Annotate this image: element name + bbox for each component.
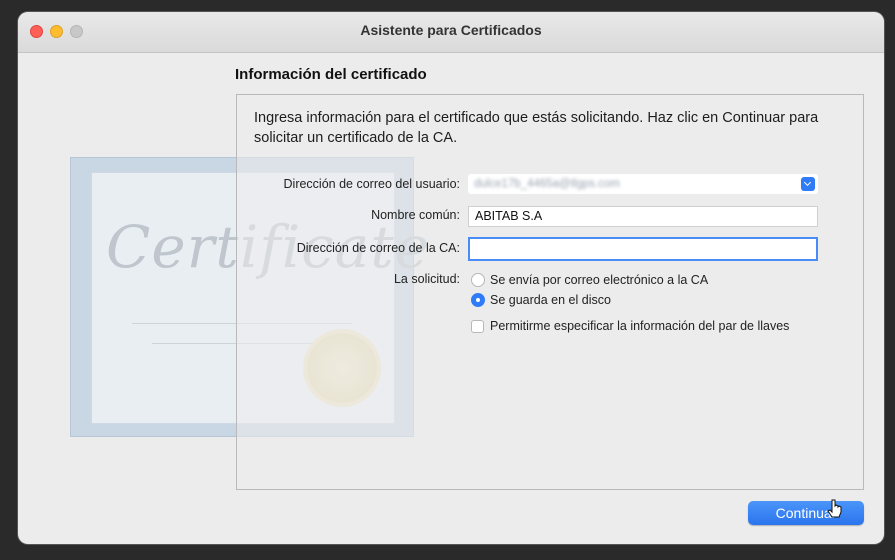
certificate-assistant-window: Asistente para Certificados Información …: [18, 12, 884, 544]
section-heading: Información del certificado: [235, 66, 427, 83]
radio-email-option[interactable]: [471, 273, 485, 287]
intro-text: Ingresa información para el certificado …: [254, 110, 819, 146]
user-email-select[interactable]: dulce17b_4465a@tlgps.com: [468, 174, 818, 194]
request-label: La solicitud:: [393, 272, 460, 286]
continue-button[interactable]: Continuar: [748, 501, 864, 525]
common-name-field[interactable]: ABITAB S.A: [468, 206, 818, 227]
ca-email-field[interactable]: [468, 237, 818, 261]
title-bar: Asistente para Certificados: [18, 12, 884, 53]
keypair-checkbox[interactable]: [471, 320, 484, 333]
chevron-down-icon[interactable]: [801, 177, 815, 191]
mouse-cursor-icon: [827, 499, 842, 518]
user-email-value: dulce17b_4465a@tlgps.com: [474, 178, 620, 190]
option-disk-label[interactable]: Se guarda en el disco: [490, 293, 611, 307]
option-email-label[interactable]: Se envía por correo electrónico a la CA: [490, 273, 708, 287]
option-keypair-label[interactable]: Permitirme especificar la información de…: [490, 319, 789, 333]
window-title: Asistente para Certificados: [360, 22, 542, 38]
form-panel: [236, 94, 864, 490]
user-email-label: Dirección de correo del usuario:: [283, 177, 460, 191]
ca-email-label: Dirección de correo de la CA:: [296, 241, 460, 255]
common-name-label: Nombre común:: [371, 208, 460, 222]
radio-disk-option[interactable]: [471, 293, 485, 307]
